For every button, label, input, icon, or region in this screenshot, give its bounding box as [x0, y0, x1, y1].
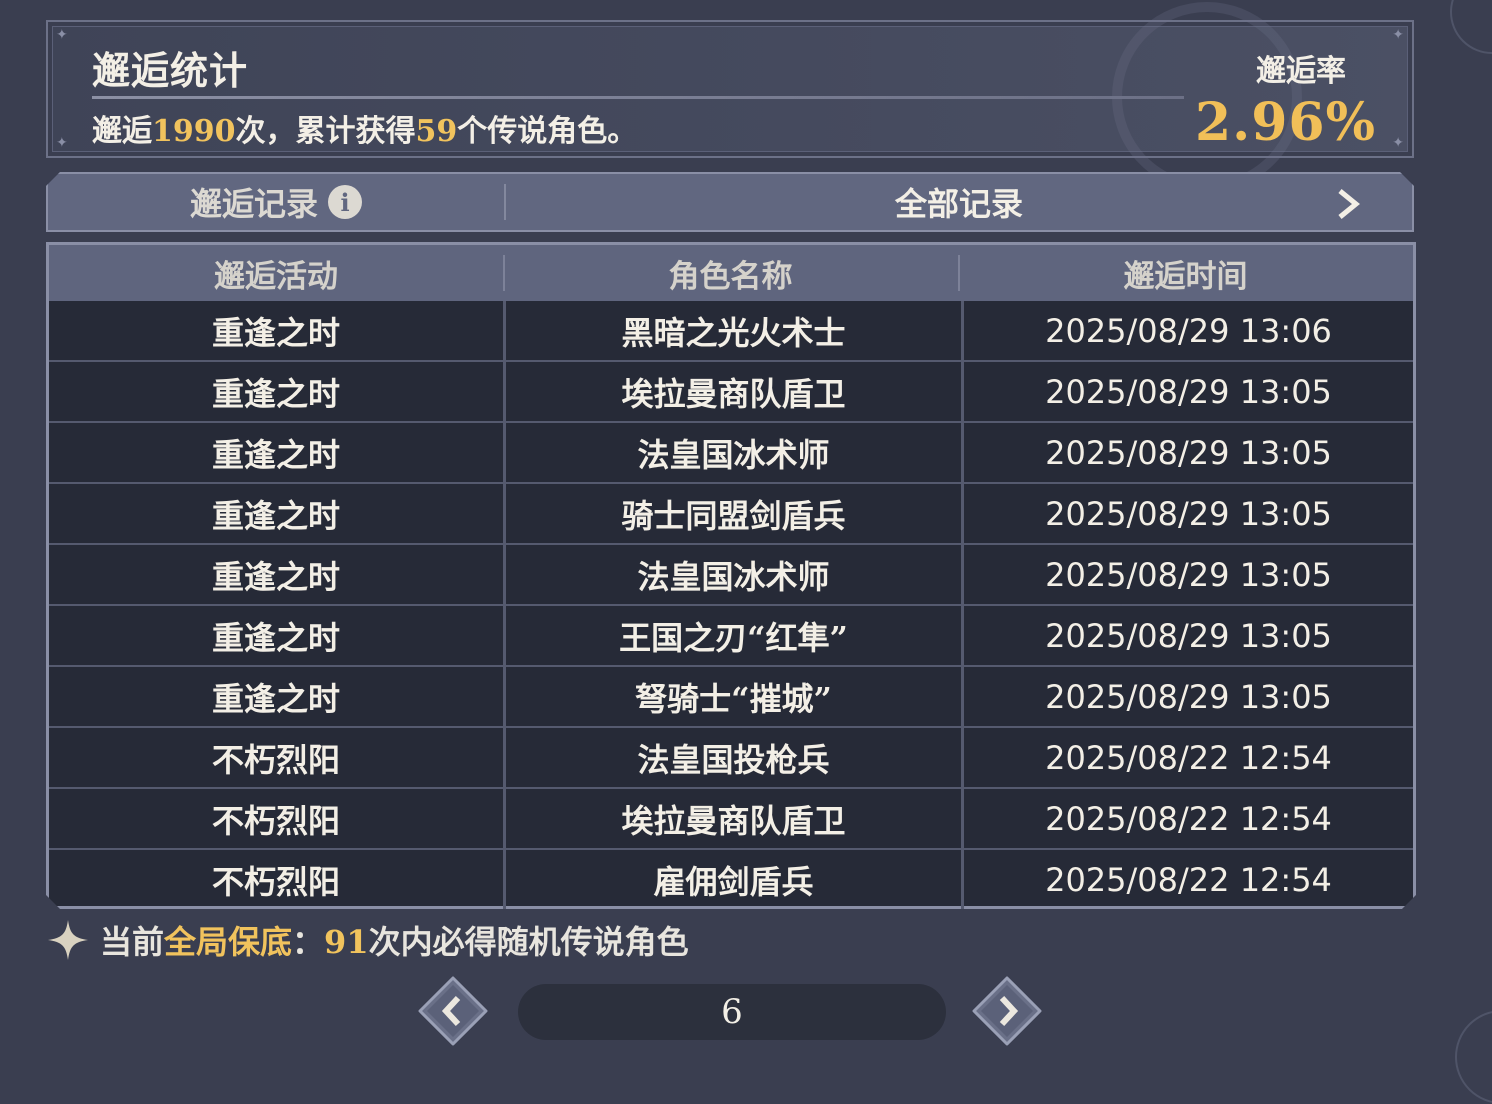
table-row: 不朽烈阳 雇佣剑盾兵 2025/08/22 12:54 [49, 848, 1413, 909]
corner-ornament: ✦ [56, 27, 68, 43]
cell-character: 法皇国冰术师 [503, 423, 961, 482]
pity-count: 91 [324, 923, 369, 961]
cell-event: 重逢之时 [211, 557, 340, 596]
cell-event: 重逢之时 [211, 313, 340, 352]
background-ornament [1455, 1010, 1492, 1104]
cell-time: 2025/08/22 12:54 [961, 850, 1413, 909]
page-number-field[interactable]: 6 [518, 984, 946, 1040]
cell-time: 2025/08/22 12:54 [961, 789, 1413, 848]
corner-ornament: ✦ [1392, 27, 1404, 43]
cell-time: 2025/08/29 13:05 [961, 484, 1413, 543]
table-row: 不朽烈阳 法皇国投枪兵 2025/08/22 12:54 [49, 726, 1413, 787]
cell-character: 黑暗之光火术士 [503, 301, 961, 360]
encounter-records-table: 邂逅活动 角色名称 邂逅时间 重逢之时 黑暗之光火术士 2025/08/29 13:… [46, 242, 1416, 909]
pity-suffix: 次内必得随机传说角色 [368, 923, 689, 961]
cell-character: 法皇国投枪兵 [503, 728, 961, 787]
column-header-character: 角色名称 [503, 245, 958, 301]
tab-encounter-records[interactable]: 邂逅记录 i [48, 174, 504, 230]
table-row: 重逢之时 王国之刃“红隼” 2025/08/29 13:05 [49, 604, 1413, 665]
cell-character: 埃拉曼商队盾卫 [503, 789, 961, 848]
chevron-right-icon[interactable] [1330, 186, 1366, 222]
cell-time: 2025/08/29 13:05 [961, 545, 1413, 604]
cell-time: 2025/08/29 13:05 [961, 667, 1413, 726]
cell-event: 不朽烈阳 [211, 740, 340, 779]
table-row: 重逢之时 弩骑士“摧城” 2025/08/29 13:05 [49, 665, 1413, 726]
summary-prefix: 邂逅 [92, 114, 152, 149]
cell-event: 重逢之时 [211, 496, 340, 535]
table-row: 不朽烈阳 埃拉曼商队盾卫 2025/08/22 12:54 [49, 787, 1413, 848]
corner-ornament: ✦ [56, 135, 68, 151]
table-row: 重逢之时 法皇国冰术师 2025/08/29 13:05 [49, 543, 1413, 604]
column-header-time: 邂逅时间 [958, 245, 1413, 301]
pity-info: 当前全局保底：91次内必得随机传说角色 [46, 916, 689, 964]
next-page-button[interactable] [972, 976, 1042, 1046]
encounter-count: 1990 [152, 114, 236, 149]
table-body: 重逢之时 黑暗之光火术士 2025/08/29 13:06 重逢之时 埃拉曼商队盾卫 20… [49, 301, 1413, 909]
background-ornament [1450, 0, 1492, 54]
sparkle-star-icon [48, 920, 88, 960]
cell-character: 法皇国冰术师 [503, 545, 961, 604]
title-divider [92, 96, 1184, 99]
cell-time: 2025/08/29 13:05 [961, 606, 1413, 665]
record-tab-bar: 邂逅记录 i 全部记录 [46, 172, 1414, 232]
cell-character: 雇佣剑盾兵 [503, 850, 961, 909]
all-records-label: 全部记录 [894, 185, 1023, 223]
pity-colon: ： [292, 923, 325, 961]
prev-page-button[interactable] [418, 976, 488, 1046]
corner-ornament: ✦ [1392, 135, 1404, 151]
cell-event: 不朽烈阳 [211, 862, 340, 901]
info-icon[interactable]: i [328, 185, 362, 219]
encounter-stats-panel: ✦ ✦ ✦ ✦ 邂逅统计 邂逅1990次，累计获得59个传说角色。 邂逅率 2.… [46, 2, 1414, 192]
cell-event: 重逢之时 [211, 435, 340, 474]
cell-character: 王国之刃“红隼” [503, 606, 961, 665]
cell-time: 2025/08/22 12:54 [961, 728, 1413, 787]
cell-event: 重逢之时 [211, 374, 340, 413]
cell-character: 骑士同盟剑盾兵 [503, 484, 961, 543]
stats-title: 邂逅统计 [92, 48, 249, 93]
encounter-rate-value: 2.96% [1194, 92, 1376, 153]
summary-suffix: 个传说角色。 [457, 114, 638, 149]
encounter-rate-label: 邂逅率 [1256, 54, 1346, 89]
cell-event: 重逢之时 [211, 679, 340, 718]
cell-event: 重逢之时 [211, 618, 340, 657]
table-row: 重逢之时 埃拉曼商队盾卫 2025/08/29 13:05 [49, 360, 1413, 421]
cell-time: 2025/08/29 13:05 [961, 423, 1413, 482]
cell-time: 2025/08/29 13:05 [961, 362, 1413, 421]
legend-count: 59 [415, 114, 458, 149]
cell-time: 2025/08/29 13:06 [961, 301, 1413, 360]
cell-event: 不朽烈阳 [211, 801, 340, 840]
summary-mid: 次，累计获得 [235, 114, 416, 149]
table-row: 重逢之时 黑暗之光火术士 2025/08/29 13:06 [49, 301, 1413, 360]
table-row: 重逢之时 骑士同盟剑盾兵 2025/08/29 13:05 [49, 482, 1413, 543]
cell-character: 埃拉曼商队盾卫 [503, 362, 961, 421]
pity-prefix: 当前 [100, 923, 165, 961]
stats-summary: 邂逅1990次，累计获得59个传说角色。 [92, 106, 637, 150]
pity-highlight: 全局保底 [164, 923, 293, 961]
tab-encounter-records-label: 邂逅记录 [189, 185, 318, 223]
cell-character: 弩骑士“摧城” [503, 667, 961, 726]
column-header-event: 邂逅活动 [214, 258, 338, 295]
table-row: 重逢之时 法皇国冰术师 2025/08/29 13:05 [49, 421, 1413, 482]
all-records-selector[interactable]: 全部记录 [506, 174, 1412, 230]
table-header: 邂逅活动 角色名称 邂逅时间 [49, 245, 1413, 301]
